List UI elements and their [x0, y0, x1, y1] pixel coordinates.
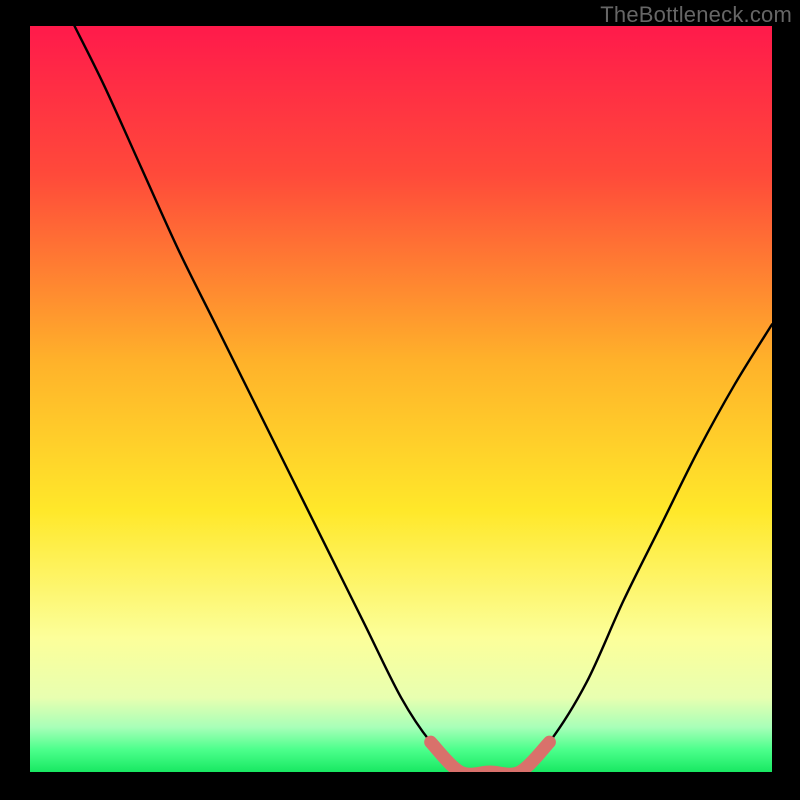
chart-svg — [0, 0, 800, 800]
watermark-text: TheBottleneck.com — [600, 2, 792, 28]
chart-gradient-background — [30, 26, 772, 772]
bottleneck-chart: TheBottleneck.com — [0, 0, 800, 800]
